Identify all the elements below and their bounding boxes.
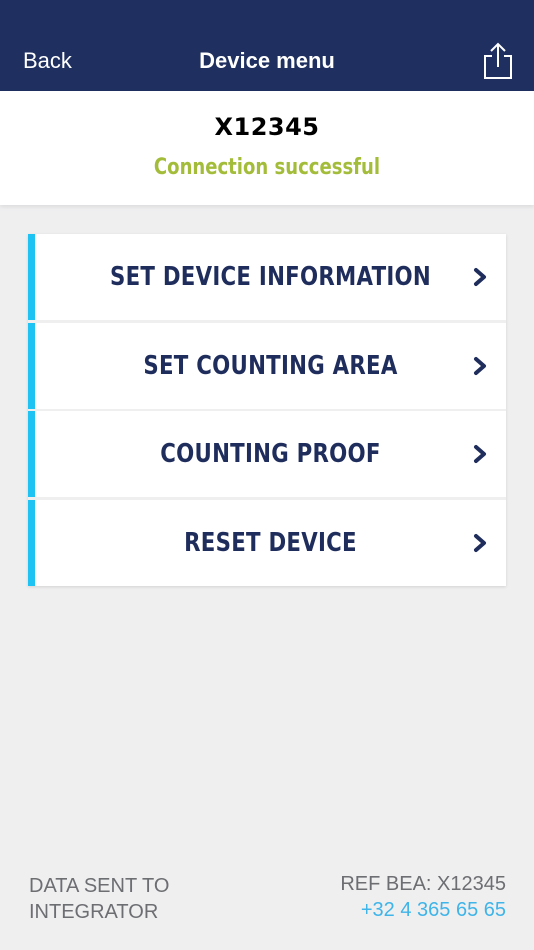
chevron-right-icon	[474, 268, 486, 286]
menu-item-set-counting-area[interactable]: SET COUNTING AREA	[28, 322, 506, 409]
share-icon[interactable]	[482, 40, 514, 80]
chevron-right-icon	[474, 356, 486, 375]
data-sent-line-1: DATA SENT TO	[29, 875, 170, 897]
device-id: X12345	[214, 113, 320, 141]
back-button[interactable]: Back	[23, 48, 72, 74]
menu-item-set-device-information[interactable]: SET DEVICE INFORMATION	[28, 234, 506, 320]
device-menu-list: SET DEVICE INFORMATION SET COUNTING AREA…	[28, 234, 506, 586]
connection-status: Connection successful	[153, 155, 381, 180]
phone-link[interactable]: +32 4 365 65 65	[340, 897, 506, 923]
device-header: X12345 Connection successful	[0, 91, 534, 205]
chevron-right-icon	[474, 533, 486, 552]
menu-item-label: COUNTING PROOF	[160, 439, 381, 469]
chevron-right-icon	[474, 445, 486, 463]
menu-item-label: SET DEVICE INFORMATION	[109, 262, 432, 292]
data-sent-label: DATA SENT TO INTEGRATOR	[29, 873, 169, 925]
menu-item-counting-proof[interactable]: COUNTING PROOF	[28, 411, 506, 497]
reference-info: REF BEA: X12345 +32 4 365 65 65	[340, 871, 506, 923]
menu-item-label: SET COUNTING AREA	[143, 350, 398, 381]
status-bar	[0, 0, 534, 34]
menu-item-reset-device[interactable]: RESET DEVICE	[28, 499, 506, 586]
ref-bea: REF BEA: X12345	[340, 873, 506, 895]
menu-item-label: RESET DEVICE	[184, 527, 357, 558]
navigation-bar: Back Device menu	[0, 34, 534, 91]
page-title: Device menu	[199, 48, 335, 73]
data-sent-line-2: INTEGRATOR	[29, 901, 159, 923]
